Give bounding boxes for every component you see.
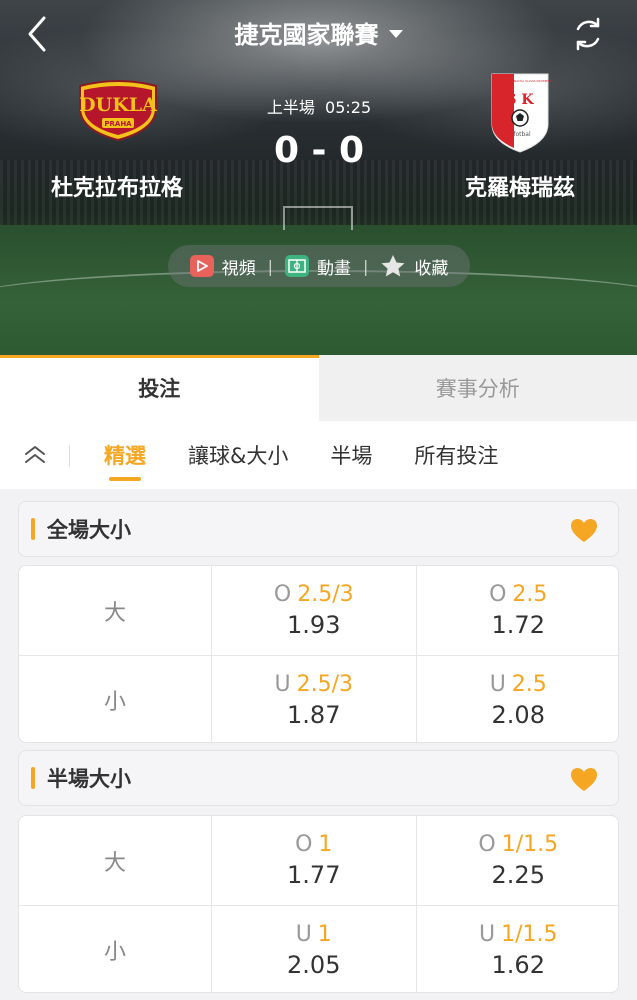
section-header-full-time-total[interactable]: 全場大小 — [18, 501, 619, 557]
odds-prefix: O — [273, 582, 292, 607]
period-label: 上半場 — [266, 98, 315, 117]
odds-price: 2.05 — [287, 950, 341, 979]
animation-button[interactable]: 動畫 — [285, 254, 351, 279]
odds-price: 1.62 — [491, 950, 545, 979]
caret-down-icon — [388, 30, 403, 38]
odds-option[interactable]: U 1/1.5 1.62 — [417, 906, 619, 992]
odds-price: 1.87 — [287, 700, 341, 729]
heart-icon[interactable] — [570, 518, 598, 544]
star-icon — [381, 255, 405, 277]
odds-price: 2.08 — [491, 700, 545, 729]
odds-option[interactable]: O 2.5 1.72 — [417, 566, 619, 655]
tab-bet[interactable]: 投注 — [0, 355, 319, 421]
row-label-under: 小 — [19, 656, 212, 742]
row-label-under: 小 — [19, 906, 212, 992]
odds-row-under: 小 U1 2.05 U 1/1.5 1.62 — [19, 905, 619, 992]
odds-option[interactable]: U1 2.05 — [212, 906, 417, 992]
odds-prefix: U — [274, 671, 291, 697]
home-team-logo[interactable]: DUKLA PRAHA — [76, 80, 160, 164]
away-logo-sub: fotbal — [513, 131, 531, 138]
tab-featured[interactable]: 精選 — [94, 421, 156, 489]
odds-option[interactable]: O 2.5/3 1.93 — [212, 566, 417, 655]
odds-line: 1/1.5 — [501, 832, 559, 857]
tab-handicap-total[interactable]: 讓球&大小 — [178, 421, 298, 489]
league-selector[interactable]: 捷克國家聯賽 — [0, 14, 637, 50]
favorite-label: 收藏 — [414, 258, 449, 279]
odds-table-full-time-total: 大 O 2.5/3 1.93 O 2.5 1.72 小 U 2.5/3 1.87 U2… — [18, 565, 619, 743]
league-title: 捷克國家聯賽 — [234, 20, 379, 49]
odds-line: 1/1.5 — [501, 921, 558, 947]
odds-table-half-time-total: 大 O1 1.77 O 1/1.5 2.25 小 U1 2.05 U 1/1.5 1… — [18, 815, 619, 993]
match-period: 上半場 05:25 — [258, 94, 380, 118]
odds-prefix: O — [478, 832, 496, 857]
odds-option[interactable]: O 1/1.5 2.25 — [417, 816, 619, 905]
goal — [283, 206, 353, 230]
odds-line: 2.5/3 — [297, 582, 354, 607]
match-clock: 05:25 — [325, 98, 372, 117]
odds-price: 1.72 — [491, 611, 545, 639]
match-header: 捷克國家聯賽 DUKLA PRAHA 杜克拉布拉格 HANACKA SLAVIA… — [0, 0, 637, 355]
tab-all-bets[interactable]: 所有投注 — [404, 421, 508, 489]
video-label: 視頻 — [221, 258, 256, 279]
collapse-button[interactable] — [0, 421, 70, 489]
odds-prefix: O — [295, 832, 313, 857]
odds-option[interactable]: U 2.5 2.08 — [417, 656, 619, 742]
section-accent-bar — [31, 767, 35, 789]
section-header-half-time-total[interactable]: 半場大小 — [18, 750, 619, 806]
home-team-name[interactable]: 杜克拉布拉格 — [27, 170, 207, 202]
odds-line: 1 — [318, 832, 333, 857]
home-logo-text: DUKLA — [79, 94, 157, 116]
away-team-logo[interactable]: HANACKA SLAVIA KROMERIZ S K fotbal — [478, 72, 562, 156]
refresh-button[interactable] — [570, 16, 606, 52]
section-title: 半場大小 — [47, 767, 131, 791]
away-team-name[interactable]: 克羅梅瑞茲 — [430, 170, 610, 202]
odds-price: 1.77 — [287, 861, 341, 889]
odds-prefix: O — [489, 582, 507, 607]
odds-prefix: U — [489, 671, 506, 697]
market-tabs: 精選 讓球&大小 半場 所有投注 — [0, 421, 637, 489]
odds-option[interactable]: U 2.5/3 1.87 — [212, 656, 417, 742]
row-label-over: 大 — [19, 816, 212, 905]
odds-line: 2.5/3 — [296, 671, 353, 697]
tab-half-time[interactable]: 半場 — [320, 421, 382, 489]
refresh-icon — [576, 17, 600, 51]
odds-line: 2.5 — [511, 671, 547, 697]
odds-line: 1 — [317, 921, 332, 947]
odds-row-under: 小 U 2.5/3 1.87 U 2.5 2.08 — [19, 655, 619, 742]
video-play-icon — [189, 255, 214, 277]
odds-prefix: U — [295, 921, 312, 947]
odds-row-over: 大 O1 1.77 O 1/1.5 2.25 — [19, 816, 619, 905]
main-tabs: 投注 賽事分析 — [0, 355, 637, 421]
odds-price: 1.93 — [287, 611, 341, 639]
section-title: 全場大小 — [47, 518, 131, 542]
favorite-button[interactable]: 收藏 — [380, 254, 448, 279]
heart-icon[interactable] — [570, 767, 598, 793]
media-bar: 視頻 | 動畫 | 收藏 — [168, 245, 470, 287]
odds-row-over: 大 O 2.5/3 1.93 O 2.5 1.72 — [19, 566, 619, 655]
home-logo-sub: PRAHA — [104, 120, 132, 128]
animation-label: 動畫 — [317, 258, 351, 279]
odds-option[interactable]: O1 1.77 — [212, 816, 417, 905]
row-label-over: 大 — [19, 566, 212, 655]
pitch-animation-icon — [285, 255, 309, 277]
away-logo-letters: S K — [506, 92, 534, 108]
odds-line: 2.5 — [512, 582, 548, 607]
away-logo-top: HANACKA SLAVIA KROMERIZ — [510, 79, 553, 83]
media-divider: | — [267, 256, 273, 276]
match-score: 0 - 0 — [273, 130, 365, 171]
media-divider: | — [363, 256, 369, 276]
section-accent-bar — [31, 518, 35, 540]
odds-price: 2.25 — [491, 861, 545, 889]
tab-match-analysis[interactable]: 賽事分析 — [319, 355, 637, 421]
odds-prefix: U — [478, 921, 496, 947]
double-chevron-up-icon — [25, 446, 45, 463]
video-button[interactable]: 視頻 — [189, 254, 256, 279]
